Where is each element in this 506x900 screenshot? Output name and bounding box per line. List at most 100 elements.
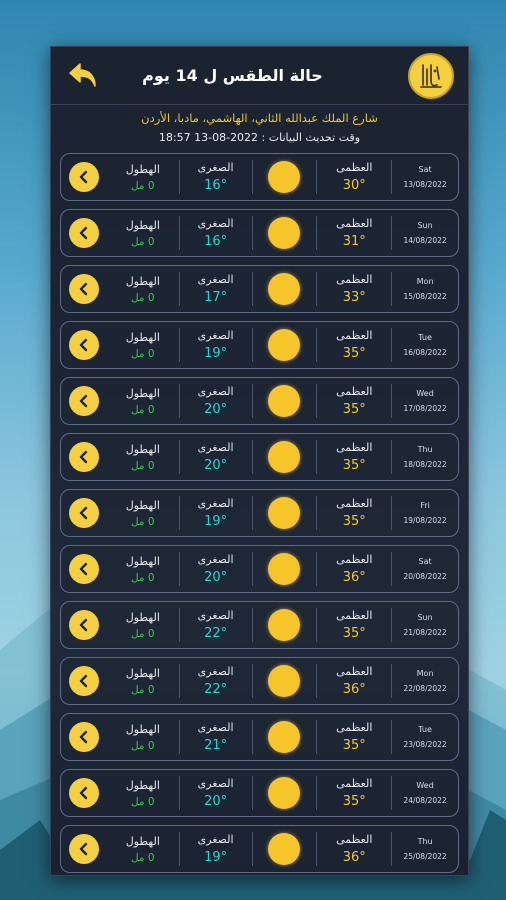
calligraphy-logo-icon	[420, 63, 442, 88]
forecast-row[interactable]: الهطول 0 مل الصغرى 16° العظمى 30° Sat 13…	[60, 153, 459, 201]
date: 20/08/2022	[403, 572, 447, 581]
chevron-left-icon	[79, 450, 88, 464]
forecast-row[interactable]: الهطول 0 مل الصغرى 17° العظمى 33° Mon 15…	[60, 265, 459, 313]
page-title: حالة الطقس ل 14 يوم	[142, 66, 323, 85]
max-temp-label: العظمى	[336, 609, 373, 622]
min-temp-value: 16°	[204, 234, 228, 249]
min-temp-cell: الصغرى 19°	[180, 826, 252, 872]
max-temp-cell: العظمى 35°	[317, 602, 391, 648]
forecast-row[interactable]: الهطول 0 مل الصغرى 20° العظمى 35° Wed 17…	[60, 377, 459, 425]
forecast-row[interactable]: الهطول 0 مل الصغرى 20° العظمى 35° Wed 24…	[60, 769, 459, 817]
condition-cell	[253, 490, 317, 536]
forecast-row[interactable]: الهطول 0 مل الصغرى 19° العظمى 36° Thu 25…	[60, 825, 459, 873]
date: 21/08/2022	[403, 628, 447, 637]
chevron-left-icon	[79, 226, 88, 240]
date-cell: Sat 20/08/2022	[392, 546, 458, 592]
min-temp-label: الصغرى	[197, 329, 234, 342]
date-cell: Wed 17/08/2022	[392, 378, 458, 424]
sun-icon	[268, 497, 301, 529]
chevron-left-icon	[79, 786, 88, 800]
min-temp-value: 20°	[204, 402, 228, 417]
min-temp-value: 21°	[204, 738, 228, 753]
rain-value: 0 مل	[130, 571, 155, 584]
rain-label: الهطول	[125, 330, 160, 344]
max-temp-label: العظمى	[336, 721, 373, 734]
max-temp-cell: العظمى 35°	[317, 714, 391, 760]
forecast-row[interactable]: الهطول 0 مل الصغرى 19° العظمى 35° Tue 16…	[60, 321, 459, 369]
max-temp-value: 36°	[342, 850, 366, 865]
forecast-row[interactable]: الهطول 0 مل الصغرى 16° العظمى 31° Sun 14…	[60, 209, 459, 257]
rain-cell: الهطول 0 مل	[107, 826, 179, 872]
forecast-row[interactable]: الهطول 0 مل الصغرى 20° العظمى 35° Thu 18…	[60, 433, 459, 481]
details-button[interactable]	[68, 554, 99, 584]
details-button[interactable]	[68, 386, 99, 416]
row-action-cell	[61, 378, 107, 424]
max-temp-value: 35°	[342, 402, 366, 417]
min-temp-cell: الصغرى 20°	[180, 770, 252, 816]
min-temp-label: الصغرى	[197, 385, 234, 398]
details-button[interactable]	[68, 162, 99, 192]
app-logo	[408, 52, 454, 99]
min-temp-value: 22°	[204, 682, 228, 697]
chevron-left-icon	[79, 562, 88, 576]
forecast-row[interactable]: الهطول 0 مل الصغرى 22° العظمى 36° Mon 22…	[60, 657, 459, 705]
min-temp-cell: الصغرى 17°	[180, 266, 252, 312]
date: 13/08/2022	[403, 180, 447, 189]
row-action-cell	[61, 210, 107, 256]
details-button[interactable]	[68, 274, 99, 304]
max-temp-value: 35°	[342, 458, 366, 473]
date: 25/08/2022	[403, 852, 447, 861]
weekday: Mon	[416, 669, 434, 678]
details-button[interactable]	[68, 498, 99, 528]
sun-icon	[268, 777, 301, 809]
max-temp-label: العظمى	[336, 161, 373, 174]
date: 19/08/2022	[403, 516, 447, 525]
rain-label: الهطول	[125, 218, 160, 232]
row-action-cell	[61, 826, 107, 872]
date-cell: Fri 19/08/2022	[392, 490, 458, 536]
rain-cell: الهطول 0 مل	[107, 658, 179, 704]
date-cell: Sun 21/08/2022	[392, 602, 458, 648]
back-button[interactable]	[65, 58, 101, 94]
forecast-row[interactable]: الهطول 0 مل الصغرى 19° العظمى 35° Fri 19…	[60, 489, 459, 537]
rain-cell: الهطول 0 مل	[107, 210, 179, 256]
max-temp-label: العظمى	[336, 777, 373, 790]
condition-cell	[253, 770, 317, 816]
rain-value: 0 مل	[130, 291, 155, 304]
min-temp-cell: الصغرى 22°	[180, 602, 252, 648]
details-button[interactable]	[68, 610, 99, 640]
min-temp-value: 19°	[204, 850, 228, 865]
details-button[interactable]	[68, 778, 99, 808]
min-temp-label: الصغرى	[197, 833, 234, 846]
chevron-left-icon	[79, 674, 88, 688]
max-temp-cell: العظمى 30°	[317, 154, 391, 200]
max-temp-cell: العظمى 35°	[317, 378, 391, 424]
rain-value: 0 مل	[130, 515, 155, 528]
min-temp-cell: الصغرى 20°	[180, 546, 252, 592]
weekday: Sat	[418, 557, 432, 566]
details-button[interactable]	[68, 330, 99, 360]
forecast-row[interactable]: الهطول 0 مل الصغرى 22° العظمى 35° Sun 21…	[60, 601, 459, 649]
details-button[interactable]	[68, 722, 99, 752]
forecast-row[interactable]: الهطول 0 مل الصغرى 20° العظمى 36° Sat 20…	[60, 545, 459, 593]
condition-cell	[253, 826, 317, 872]
chevron-left-icon	[79, 618, 88, 632]
min-temp-value: 22°	[204, 626, 228, 641]
chevron-left-icon	[79, 506, 88, 520]
weekday: Tue	[418, 725, 432, 734]
rain-label: الهطول	[125, 554, 160, 568]
sun-icon	[268, 721, 301, 753]
details-button[interactable]	[68, 218, 99, 248]
condition-cell	[253, 154, 317, 200]
date-cell: Mon 22/08/2022	[392, 658, 458, 704]
rain-cell: الهطول 0 مل	[107, 154, 179, 200]
sun-icon	[268, 833, 301, 865]
rain-cell: الهطول 0 مل	[107, 434, 179, 480]
forecast-row[interactable]: الهطول 0 مل الصغرى 21° العظمى 35° Tue 23…	[60, 713, 459, 761]
max-temp-cell: العظمى 35°	[317, 490, 391, 536]
details-button[interactable]	[68, 666, 99, 696]
details-button[interactable]	[68, 834, 99, 864]
max-temp-label: العظمى	[336, 665, 373, 678]
rain-value: 0 مل	[130, 179, 155, 192]
details-button[interactable]	[68, 442, 99, 472]
